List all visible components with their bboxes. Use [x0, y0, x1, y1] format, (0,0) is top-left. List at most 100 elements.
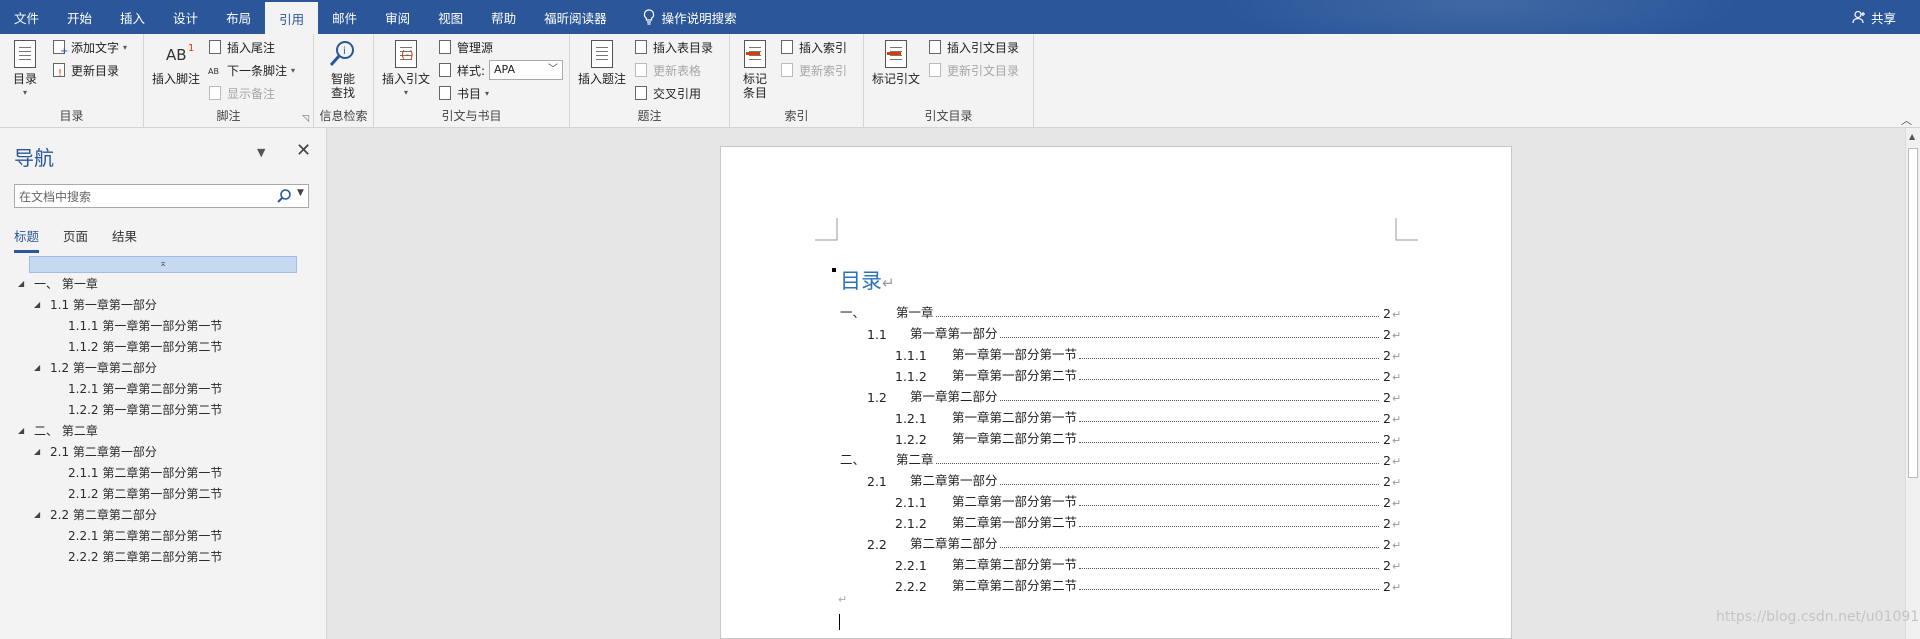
nav-options-chevron-icon[interactable]: ▼ [257, 146, 265, 159]
toc-entry[interactable]: 2.2.1 第二章第二部分第一节 2 ↵ [840, 552, 1404, 573]
toc-entry[interactable]: 一、 第一章 2 ↵ [840, 300, 1404, 321]
close-icon[interactable]: ✕ [296, 140, 311, 161]
group-table-of-contents: 目录 ▾ + 添加文字 ▾ ! 更新目录 目录 [0, 34, 144, 128]
scrollbar-thumb[interactable] [1908, 148, 1918, 478]
toc-entry[interactable]: 1.1.1 第一章第一部分第一节 2 ↵ [840, 342, 1404, 363]
update-toa-button[interactable]: 更新引文目录 [928, 60, 1019, 80]
toc-heading[interactable]: 目录↵ [840, 265, 895, 295]
mark-entry-button[interactable]: 标记 条目 [740, 38, 770, 100]
update-toc-button[interactable]: ! 更新目录 [52, 60, 119, 80]
nav-heading-item[interactable]: 2.1.1 第二章第一部分第一节 [52, 462, 222, 483]
insert-footnote-button[interactable]: AB 1 插入脚注 [152, 38, 200, 86]
insert-caption-label: 插入题注 [578, 72, 627, 86]
tab-file[interactable]: 文件 [0, 0, 53, 34]
nav-heading-item[interactable]: 1.1.2 第一章第一部分第二节 [52, 336, 222, 357]
toc-entry[interactable]: 1.2.2 第一章第二部分第二节 2 ↵ [840, 426, 1404, 447]
tab-layout[interactable]: 布局 [212, 0, 265, 34]
toc-entry-text: 第一章第一部分第一节 [952, 347, 1078, 362]
tab-review[interactable]: 审阅 [371, 0, 424, 34]
next-footnote-button[interactable]: AB 下一条脚注 ▾ [208, 60, 295, 80]
toc-entry[interactable]: 2.1.2 第二章第一部分第二节 2 ↵ [840, 510, 1404, 531]
nav-heading-item[interactable]: 1.2.2 第一章第二部分第二节 [52, 399, 222, 420]
toc-entry-text: 第一章第二部分第二节 [952, 431, 1078, 446]
tab-references[interactable]: 引用 [265, 2, 319, 34]
nav-heading-item[interactable]: 1.2.1 第一章第二部分第一节 [52, 378, 222, 399]
expand-triangle-icon[interactable]: ◢ [34, 510, 44, 519]
update-index-button[interactable]: 更新索引 [780, 60, 847, 80]
nav-heading-item[interactable]: ◢ 二、 第二章 [18, 420, 98, 441]
tab-foxit-reader[interactable]: 福昕阅读器 [530, 0, 621, 34]
toc-entry[interactable]: 2.2 第二章第二部分 2 ↵ [840, 531, 1404, 552]
group-index: 标记 条目 插入索引 更新索引 索引 [730, 34, 864, 128]
nav-heading-item[interactable]: ◢ 2.1 第二章第一部分 [34, 441, 157, 462]
add-text-button[interactable]: + 添加文字 ▾ [52, 37, 127, 57]
manage-sources-button[interactable]: 管理源 [438, 37, 493, 57]
tab-design[interactable]: 设计 [159, 0, 212, 34]
share-button[interactable]: 共享 [1852, 0, 1896, 34]
expand-triangle-icon[interactable]: ◢ [18, 426, 28, 435]
toc-entry-text: 第一章第二部分第一节 [952, 410, 1078, 425]
nav-heading-item[interactable]: ◢ 2.2 第二章第二部分 [34, 504, 157, 525]
toc-heading-text: 目录 [840, 269, 882, 293]
style-select[interactable]: APA [489, 60, 563, 80]
nav-current-position-bar[interactable]: ⌅ [29, 256, 297, 273]
toc-leader [1079, 358, 1379, 359]
insert-endnote-button[interactable]: 插入尾注 [208, 37, 275, 57]
collapse-ribbon-icon[interactable]: ︿ [1901, 112, 1912, 128]
toc-entry[interactable]: 2.1.1 第二章第一部分第一节 2 ↵ [840, 489, 1404, 510]
tab-home[interactable]: 开始 [53, 0, 106, 34]
insert-caption-button[interactable]: 插入题注 [578, 38, 626, 86]
toc-entry[interactable]: 二、 第二章 2 ↵ [840, 447, 1404, 468]
cross-reference-button[interactable]: 交叉引用 [634, 83, 701, 103]
update-table-button[interactable]: 更新表格 [634, 60, 701, 80]
toc-button[interactable]: 目录 ▾ [10, 38, 40, 100]
nav-heading-item[interactable]: 2.1.2 第二章第一部分第二节 [52, 483, 222, 504]
insert-index-button[interactable]: 插入索引 [780, 37, 847, 57]
tab-view[interactable]: 视图 [424, 0, 477, 34]
vertical-scrollbar[interactable]: ▲ [1905, 128, 1920, 639]
smart-lookup-label-1: 智能 [330, 72, 355, 86]
nav-heading-item[interactable]: ◢ 一、 第一章 [18, 273, 98, 294]
nav-heading-item[interactable]: 2.2.1 第二章第二部分第一节 [52, 525, 222, 546]
expand-triangle-icon[interactable]: ◢ [34, 300, 44, 309]
expand-triangle-icon[interactable]: ◢ [18, 279, 28, 288]
cross-reference-label: 交叉引用 [653, 86, 702, 101]
toc-leader [999, 337, 1379, 338]
toc-entry[interactable]: 2.2.2 第二章第二部分第二节 2 ↵ [840, 573, 1404, 594]
nav-heading-item[interactable]: ◢ 1.1 第一章第一部分 [34, 294, 157, 315]
toc-page-number: 2 [1383, 579, 1391, 594]
toc-entry[interactable]: 1.1.2 第一章第一部分第二节 2 ↵ [840, 363, 1404, 384]
search-options-chevron-icon[interactable]: ▼ [297, 188, 304, 198]
insert-table-of-figures-button[interactable]: 插入表目录 [634, 37, 713, 57]
search-icon[interactable] [276, 188, 292, 204]
toc-entry[interactable]: 1.1 第一章第一部分 2 ↵ [840, 321, 1404, 342]
mark-citation-button[interactable]: 标记引文 [872, 38, 920, 86]
insert-citation-label: 插入引文 [382, 72, 431, 86]
toc-entry-number: 2.2.1 [895, 558, 927, 573]
smart-lookup-button[interactable]: i 智能 查找 [328, 38, 358, 100]
toc-entry[interactable]: 1.2.1 第一章第二部分第一节 2 ↵ [840, 405, 1404, 426]
nav-tab-headings[interactable]: 标题 [14, 226, 40, 253]
nav-tab-pages[interactable]: 页面 [63, 226, 88, 253]
insert-citation-button[interactable]: (-) 插入引文 ▾ [382, 38, 430, 100]
show-notes-button[interactable]: 显示备注 [208, 83, 275, 103]
tab-insert[interactable]: 插入 [106, 0, 159, 34]
dialog-launcher-icon[interactable]: ◹ [302, 114, 309, 124]
scroll-up-arrow-icon[interactable]: ▲ [1909, 132, 1915, 141]
nav-search-input[interactable]: 在文档中搜索 [14, 184, 309, 208]
nav-heading-item[interactable]: ◢ 1.2 第一章第二部分 [34, 357, 157, 378]
nav-heading-item[interactable]: 1.1.1 第一章第一部分第一节 [52, 315, 222, 336]
tab-help[interactable]: 帮助 [477, 0, 530, 34]
nav-heading-item[interactable]: 2.2.2 第二章第二部分第二节 [52, 546, 222, 567]
expand-triangle-icon[interactable]: ◢ [34, 363, 44, 372]
toc-entry[interactable]: 2.1 第二章第一部分 2 ↵ [840, 468, 1404, 489]
tab-mailings[interactable]: 邮件 [318, 0, 371, 34]
person-icon [1852, 10, 1865, 24]
insert-toa-button[interactable]: 插入引文目录 [928, 37, 1019, 57]
nav-tab-results[interactable]: 结果 [112, 226, 137, 253]
mark-entry-label-2: 条目 [742, 86, 767, 100]
tell-me-search[interactable]: 操作说明搜索 [621, 0, 751, 34]
toc-entry[interactable]: 1.2 第一章第二部分 2 ↵ [840, 384, 1404, 405]
expand-triangle-icon[interactable]: ◢ [34, 447, 44, 456]
bibliography-button[interactable]: 书目 ▾ [438, 83, 489, 103]
